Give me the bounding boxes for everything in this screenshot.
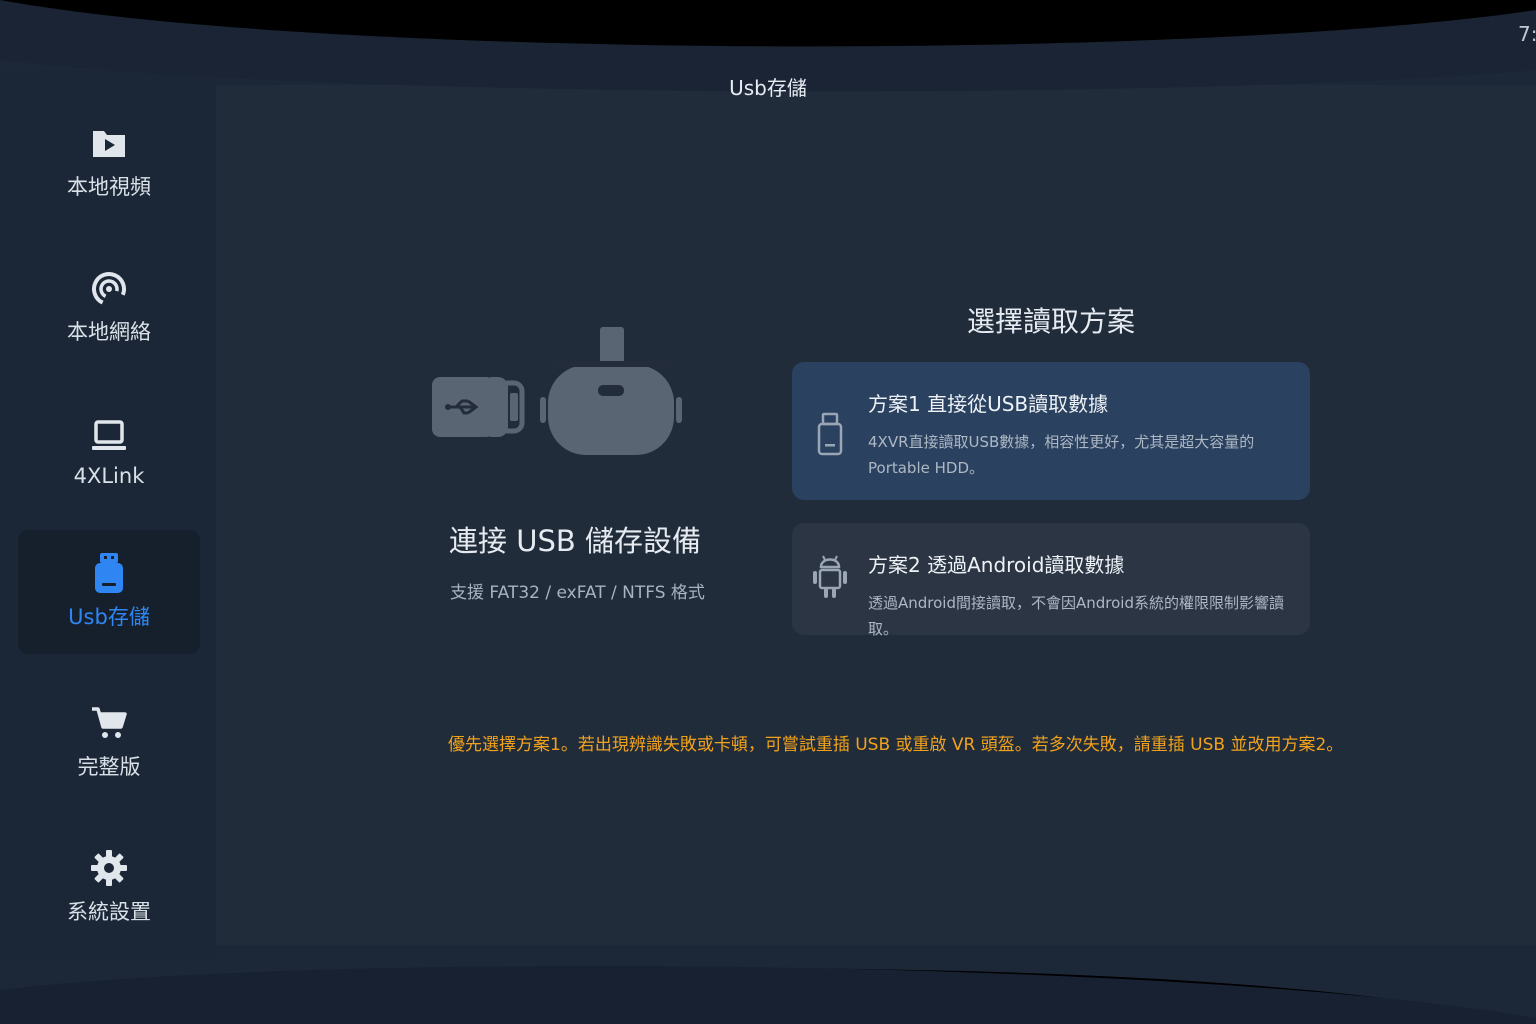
supported-formats: 支援 FAT32 / exFAT / NTFS 格式 <box>450 583 705 603</box>
option-via-android[interactable]: 方案2 透過Android讀取數據 透過Android間接讀取，不會因Andro… <box>792 523 1310 638</box>
usb-stick-icon <box>812 410 848 458</box>
content-area <box>216 85 1536 945</box>
cart-icon <box>89 703 129 743</box>
usb-headset-icon <box>432 327 682 455</box>
recommendation-notice: 優先選擇方案1。若出現辨識失敗或卡頓，可嘗試重插 USB 或重啟 VR 頭盔。若… <box>448 735 1344 755</box>
sidebar-item-label: 完整版 <box>77 755 141 779</box>
sidebar-item-full-version[interactable]: 完整版 <box>18 680 200 804</box>
android-icon <box>812 553 848 601</box>
sidebar-item-local-video[interactable]: 本地視頻 <box>18 100 200 224</box>
sidebar-item-local-network[interactable]: 本地網絡 <box>18 245 200 369</box>
vr-curved-screen: Usb存儲 7: 本地視頻 本地網絡 4XLink Usb存儲 完整版 系統設置… <box>0 0 1536 1024</box>
usb-drive-icon <box>89 553 129 593</box>
option-direct-usb[interactable]: 方案1 直接從USB讀取數據 4XVR直接讀取USB數據，相容性更好，尤其是超大… <box>792 362 1310 500</box>
usb-to-headset-illustration <box>430 325 690 460</box>
laptop-icon <box>89 416 129 456</box>
sidebar-item-label: 本地網絡 <box>67 320 151 344</box>
gear-icon <box>89 848 129 888</box>
option-description: 透過Android間接讀取，不會因Android系統的權限限制影響讀取。 <box>868 594 1284 638</box>
page-title: Usb存儲 <box>729 76 807 100</box>
network-signal-icon <box>89 268 129 308</box>
connect-usb-title: 連接 USB 儲存設備 <box>449 524 701 558</box>
sidebar-item-usb-storage[interactable]: Usb存儲 <box>18 530 200 654</box>
folder-play-icon <box>89 123 129 163</box>
sidebar-item-4xlink[interactable]: 4XLink <box>18 390 200 514</box>
sidebar-item-label: 本地視頻 <box>67 175 151 199</box>
sidebar-item-label: 系統設置 <box>67 900 151 924</box>
choose-method-title: 選擇讀取方案 <box>966 305 1135 338</box>
option-description: 4XVR直接讀取USB數據，相容性更好，尤其是超大容量的Portable HDD… <box>868 433 1255 477</box>
sidebar-item-label: 4XLink <box>73 464 145 488</box>
sidebar-item-system-settings[interactable]: 系統設置 <box>18 825 200 949</box>
option-title: 方案1 直接從USB讀取數據 <box>868 392 1109 416</box>
sidebar-item-label: Usb存儲 <box>68 605 150 629</box>
clock: 7: <box>1518 22 1536 46</box>
option-title: 方案2 透過Android讀取數據 <box>868 553 1125 577</box>
